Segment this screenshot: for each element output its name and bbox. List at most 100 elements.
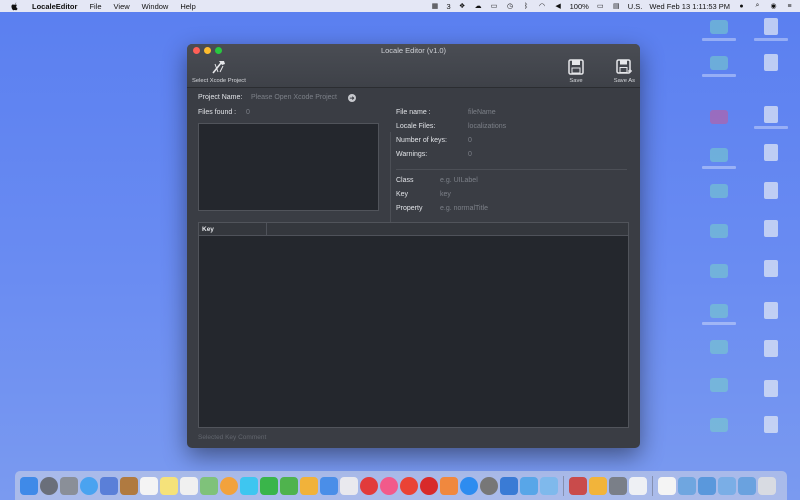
status-app-icon[interactable]: ▦ (430, 2, 439, 10)
desktop-file-icon[interactable] (764, 106, 778, 123)
news-icon[interactable] (360, 476, 378, 495)
reminders-icon[interactable] (180, 476, 198, 495)
time-machine-icon[interactable]: ◷ (506, 2, 515, 10)
folder-stack-icon[interactable] (738, 476, 756, 495)
menu-help[interactable]: Help (180, 2, 195, 11)
input-source[interactable]: U.S. (628, 2, 643, 11)
simulator-icon[interactable] (520, 476, 538, 495)
folder-stack-icon[interactable] (698, 476, 716, 495)
selected-key-comment: Selected Key Comment (198, 434, 267, 441)
column-header-key[interactable]: Key (199, 223, 267, 235)
desktop-folder-icon[interactable] (710, 224, 728, 238)
dictionary-icon[interactable] (569, 476, 587, 495)
folder-stack-icon[interactable] (718, 476, 736, 495)
notes-icon[interactable] (160, 476, 178, 495)
wifi-icon[interactable]: ◠ (538, 2, 547, 10)
locale-editor-dock-icon[interactable] (658, 476, 676, 495)
app-store-icon[interactable] (460, 476, 478, 495)
trash-icon[interactable] (758, 476, 776, 495)
open-project-arrow-icon[interactable]: ➜ (348, 94, 356, 102)
desktop-folder-icon[interactable] (710, 20, 728, 34)
desktop-folder-icon[interactable] (710, 418, 728, 432)
chrome-icon[interactable] (400, 476, 418, 495)
numbers-icon[interactable] (280, 476, 298, 495)
key-field[interactable]: key (440, 191, 451, 198)
textedit-icon[interactable] (340, 476, 358, 495)
downloads-stack-icon[interactable] (678, 476, 696, 495)
desktop-file-icon[interactable] (764, 380, 778, 397)
save-button[interactable]: Save (567, 58, 585, 84)
dropbox-icon[interactable]: ❖ (458, 2, 467, 10)
desktop-file-icon[interactable] (764, 416, 778, 433)
desktop-file-icon[interactable] (764, 18, 778, 35)
file-name-value: fileName (468, 109, 496, 116)
facetime-icon[interactable] (260, 476, 278, 495)
column-header-locales[interactable] (267, 223, 628, 235)
flag-icon[interactable]: ▤ (612, 2, 621, 10)
keys-table[interactable]: Key (198, 222, 629, 428)
desktop-file-icon[interactable] (764, 260, 778, 277)
class-field[interactable]: e.g. UILabel (440, 177, 478, 184)
menu-view[interactable]: View (114, 2, 130, 11)
font-book-icon[interactable] (629, 476, 647, 495)
save-as-button[interactable]: Save As (614, 58, 635, 84)
cloud-icon[interactable]: ☁ (474, 2, 483, 10)
calendar-icon[interactable] (140, 476, 158, 495)
pages-icon[interactable] (300, 476, 318, 495)
photos-icon[interactable] (220, 476, 238, 495)
desktop-folder-icon[interactable] (710, 304, 728, 318)
books-icon[interactable] (440, 476, 458, 495)
maps-icon[interactable] (200, 476, 218, 495)
desktop-folder-icon[interactable] (710, 56, 728, 70)
finder-icon[interactable] (20, 476, 38, 495)
mail-icon[interactable] (100, 476, 118, 495)
select-xcode-project-button[interactable]: Select Xcode Project (192, 58, 246, 84)
desktop-file-icon[interactable] (764, 302, 778, 319)
desktop-file-icon[interactable] (764, 340, 778, 357)
messages-icon[interactable] (240, 476, 258, 495)
menu-file[interactable]: File (89, 2, 101, 11)
clock[interactable]: Wed Feb 13 1:11:53 PM (649, 2, 730, 11)
desktop-folder-icon[interactable] (710, 184, 728, 198)
notification-center-icon[interactable]: ≡ (785, 2, 794, 10)
desktop-file-icon[interactable] (764, 220, 778, 237)
preview-icon[interactable] (540, 476, 558, 495)
desktop-app-icon[interactable] (710, 110, 728, 124)
key-label: Key (396, 191, 409, 198)
desktop-file-icon[interactable] (764, 144, 778, 161)
desktop-folder-icon[interactable] (710, 340, 728, 354)
desktop-folder-icon[interactable] (710, 378, 728, 392)
locale-files-label: Locale Files: (396, 123, 436, 130)
xcode-icon[interactable] (500, 476, 518, 495)
utility-icon[interactable] (609, 476, 627, 495)
menu-window[interactable]: Window (142, 2, 169, 11)
project-name-field[interactable]: Please Open Xcode Project (251, 94, 337, 101)
launchpad-icon[interactable] (60, 476, 78, 495)
volume-icon[interactable]: ◀ (554, 2, 563, 10)
spotlight-search-icon[interactable]: ⌕ (753, 2, 762, 10)
desktop-file-icon[interactable] (764, 182, 778, 199)
battery-icon[interactable]: ▭ (596, 2, 605, 10)
bluetooth-icon[interactable]: ᛒ (522, 2, 531, 10)
apple-icon[interactable] (10, 1, 20, 11)
siri-dock-icon[interactable] (40, 476, 58, 495)
safari-icon[interactable] (80, 476, 98, 495)
user-icon[interactable]: ● (737, 2, 746, 10)
sketch-icon[interactable] (589, 476, 607, 495)
xcode-hammer-icon (210, 58, 228, 76)
system-preferences-icon[interactable] (480, 476, 498, 495)
airplay-icon[interactable]: ▭ (490, 2, 499, 10)
desktop-folder-icon[interactable] (710, 264, 728, 278)
menu-bar: LocaleEditor File View Window Help ▦ 3 ❖… (0, 0, 800, 12)
desktop-folder-icon[interactable] (710, 148, 728, 162)
property-field[interactable]: e.g. normalTitle (440, 205, 488, 212)
keynote-icon[interactable] (320, 476, 338, 495)
app-menu-name[interactable]: LocaleEditor (32, 2, 77, 11)
desktop-file-icon[interactable] (764, 54, 778, 71)
siri-icon[interactable]: ◉ (769, 2, 778, 10)
music-icon[interactable] (380, 476, 398, 495)
contacts-icon[interactable] (120, 476, 138, 495)
opera-icon[interactable] (420, 476, 438, 495)
window-titlebar[interactable]: Locale Editor (v1.0) Select Xcode Projec… (187, 44, 640, 88)
files-list[interactable] (198, 123, 379, 211)
